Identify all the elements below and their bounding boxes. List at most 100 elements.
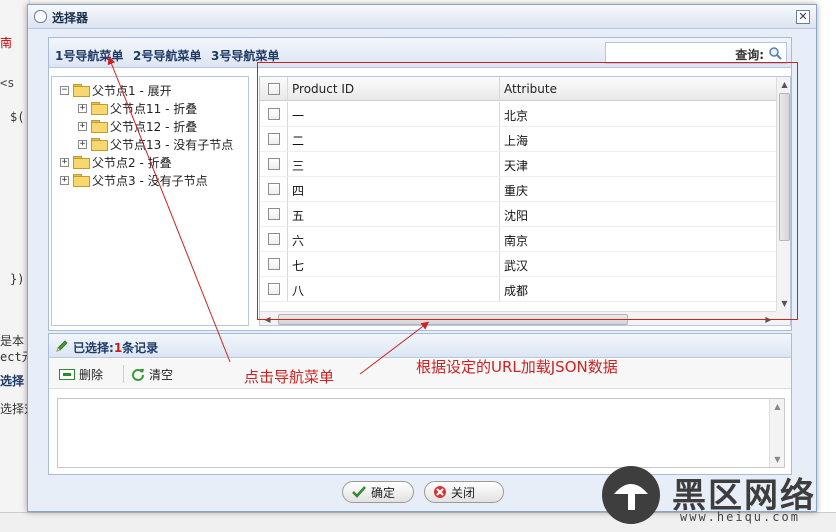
row-checkbox[interactable] — [268, 183, 280, 195]
background-page-right — [814, 0, 836, 532]
row-checkbox[interactable] — [268, 283, 280, 295]
search-icon[interactable] — [768, 46, 782, 60]
close-icon — [434, 486, 446, 498]
data-grid: Product ID Attribute 一 北京 二 上海 三 天津 四 重庆… — [259, 76, 791, 326]
selected-records-area[interactable]: ▲ ▼ — [57, 398, 785, 468]
table-row[interactable]: 一 北京 — [260, 102, 776, 127]
grid-horizontal-scrollbar[interactable]: ◀ ▶ — [260, 311, 776, 325]
product-id-cell: 二 — [292, 134, 305, 148]
dialog-icon — [34, 10, 47, 23]
row-checkbox[interactable] — [268, 133, 280, 145]
product-id-cell: 一 — [292, 109, 305, 123]
grid-vertical-scrollbar[interactable]: ▲ ▼ — [776, 77, 790, 311]
dialog-title: 选择器 — [52, 11, 89, 25]
scroll-down-icon[interactable]: ▼ — [779, 298, 790, 309]
table-row[interactable]: 三 天津 — [260, 152, 776, 177]
row-checkbox[interactable] — [268, 208, 280, 220]
expand-icon[interactable]: + — [78, 121, 87, 131]
selected-suffix: 条记录 — [122, 341, 159, 355]
scroll-thumb[interactable] — [278, 314, 628, 325]
table-row[interactable]: 五 沈阳 — [260, 202, 776, 227]
dialog-titlebar[interactable]: 选择器 ✕ — [28, 5, 816, 29]
table-row[interactable]: 六 南京 — [260, 227, 776, 252]
tree-node-label[interactable]: 父节点3 - 没有子节点 — [92, 172, 208, 189]
background-text: 南 — [0, 36, 13, 50]
column-header-product-id[interactable]: Product ID — [292, 82, 354, 96]
tree-node-label[interactable]: 父节点2 - 折叠 — [92, 154, 172, 171]
row-checkbox[interactable] — [268, 233, 280, 245]
product-id-cell: 八 — [292, 284, 305, 298]
refresh-icon — [132, 369, 144, 381]
tree-node[interactable]: + 父节点11 - 折叠 — [78, 99, 197, 117]
attribute-cell: 南京 — [504, 234, 529, 248]
ok-label: 确定 — [371, 485, 396, 500]
nav-menu-2[interactable]: 2号导航菜单 — [133, 47, 201, 64]
table-row[interactable]: 八 成都 — [260, 277, 776, 302]
background-text: 是本 — [0, 334, 25, 348]
scroll-down-icon[interactable]: ▼ — [772, 454, 783, 465]
attribute-cell: 北京 — [504, 109, 529, 123]
scroll-left-icon[interactable]: ◀ — [262, 314, 273, 325]
tree-node[interactable]: + 父节点13 - 没有子节点 — [78, 135, 233, 153]
select-all-checkbox[interactable] — [268, 83, 280, 95]
clear-label: 清空 — [149, 367, 174, 382]
site-watermark: 黑区网络 www.heiqu.com — [602, 466, 830, 526]
tree-node[interactable]: + 父节点3 - 没有子节点 — [60, 171, 208, 189]
expand-icon[interactable]: + — [60, 157, 69, 167]
scroll-up-icon[interactable]: ▲ — [779, 79, 790, 90]
tree-node[interactable]: + 父节点2 - 折叠 — [60, 153, 172, 171]
scroll-thumb[interactable] — [779, 93, 790, 241]
annotation-click-nav: 点击导航菜单 — [244, 368, 335, 386]
scroll-up-icon[interactable]: ▲ — [772, 401, 783, 412]
tree-node-label[interactable]: 父节点13 - 没有子节点 — [110, 136, 233, 153]
table-row[interactable]: 四 重庆 — [260, 177, 776, 202]
table-row[interactable]: 七 武汉 — [260, 252, 776, 277]
collapse-icon[interactable]: − — [60, 85, 69, 95]
close-label: 关闭 — [451, 485, 476, 500]
row-checkbox[interactable] — [268, 158, 280, 170]
selected-count: 1 — [113, 341, 123, 355]
check-icon — [352, 486, 366, 498]
folder-icon — [91, 120, 108, 133]
tree-node-label[interactable]: 父节点12 - 折叠 — [110, 118, 197, 135]
watermark-logo — [602, 466, 660, 524]
attribute-cell: 重庆 — [504, 184, 529, 198]
folder-icon — [91, 138, 108, 151]
product-id-cell: 五 — [292, 209, 305, 223]
watermark-url: www.heiqu.com — [680, 510, 800, 524]
selector-upper-panel: 1号导航菜单 2号导航菜单 3号导航菜单 查询: − 父节点1 - 展开 + 父… — [48, 37, 792, 331]
selected-prefix: 已选择: — [73, 341, 114, 355]
toolbar-divider — [123, 365, 124, 383]
delete-icon — [59, 368, 75, 380]
table-row[interactable]: 二 上海 — [260, 127, 776, 152]
delete-label: 删除 — [79, 367, 104, 382]
attribute-cell: 沈阳 — [504, 209, 529, 223]
expand-icon[interactable]: + — [60, 175, 69, 185]
dialog-close-button[interactable]: ✕ — [796, 10, 810, 24]
tree-node[interactable]: − 父节点1 - 展开 — [60, 81, 172, 99]
expand-icon[interactable]: + — [78, 103, 87, 113]
annotation-load-json: 根据设定的URL加载JSON数据 — [416, 358, 618, 376]
nav-menu-1[interactable]: 1号导航菜单 — [55, 47, 123, 64]
tree-node-label[interactable]: 父节点11 - 折叠 — [110, 100, 197, 117]
background-text: $( — [10, 110, 25, 124]
query-input[interactable]: 查询: — [605, 42, 787, 64]
row-checkbox[interactable] — [268, 258, 280, 270]
row-checkbox[interactable] — [268, 108, 280, 120]
column-header-attribute[interactable]: Attribute — [504, 82, 557, 96]
tree-node-label[interactable]: 父节点1 - 展开 — [92, 82, 172, 99]
query-label: 查询: — [735, 48, 764, 62]
selected-vertical-scrollbar[interactable]: ▲ ▼ — [769, 399, 784, 467]
ok-button[interactable]: 确定 — [342, 481, 414, 503]
delete-button[interactable]: 删除 — [59, 365, 103, 383]
tree-node[interactable]: + 父节点12 - 折叠 — [78, 117, 197, 135]
tree-panel: − 父节点1 - 展开 + 父节点11 - 折叠 + 父节点12 - 折叠 + … — [51, 76, 249, 326]
scroll-right-icon[interactable]: ▶ — [763, 314, 774, 325]
product-id-cell: 三 — [292, 159, 305, 173]
expand-icon[interactable]: + — [78, 139, 87, 149]
nav-menu-3[interactable]: 3号导航菜单 — [211, 47, 279, 64]
clear-button[interactable]: 清空 — [131, 365, 173, 383]
attribute-cell: 武汉 — [504, 259, 529, 273]
close-button[interactable]: 关闭 — [424, 481, 504, 503]
grid-body: 一 北京 二 上海 三 天津 四 重庆 五 沈阳 六 南京 七 武汉 八 成都 — [260, 102, 776, 302]
